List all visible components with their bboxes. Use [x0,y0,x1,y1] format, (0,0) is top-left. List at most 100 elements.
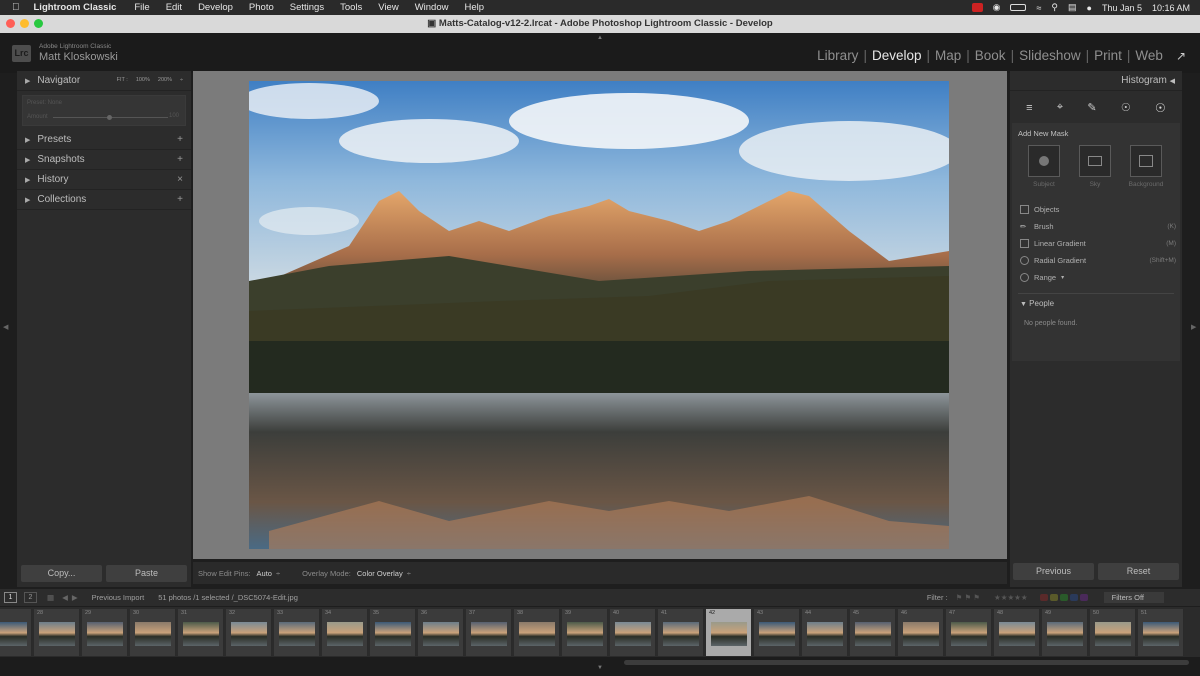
filmstrip-thumbnail[interactable]: 44 [802,609,848,656]
sliders-icon[interactable]: ≡ [1026,102,1032,114]
siri-icon[interactable]: ● [1087,3,1092,13]
window-2-button[interactable]: 2 [24,592,37,603]
control-center-icon[interactable]: ▤ [1068,2,1077,13]
histogram-header[interactable]: Histogram ◀ [1010,71,1182,91]
module-map[interactable]: Map [930,48,966,63]
battery-icon[interactable] [1010,4,1027,11]
menu-view[interactable]: View [378,2,398,13]
dropdown-icon[interactable]: ÷ [407,569,411,578]
collapse-right-icon[interactable]: ▶ [1191,323,1196,331]
menu-edit[interactable]: Edit [166,2,182,13]
module-library[interactable]: Library [812,48,863,63]
sky-mask-button[interactable] [1079,145,1111,177]
radial-gradient-tool[interactable]: Radial Gradient (Shift+M) [1020,256,1176,265]
dropdown-icon[interactable]: ÷ [276,569,280,578]
back-icon[interactable]: ◀ [62,593,68,602]
yellow-label-icon[interactable] [1049,594,1058,601]
filmstrip-thumbnail[interactable]: 40 [610,609,656,656]
overlay-mode-select[interactable]: Color Overlay [357,569,403,578]
edit-pins-select[interactable]: Auto [257,569,272,578]
collapse-left-icon[interactable]: ◀ [3,323,8,331]
collections-header[interactable]: ▶ Collections + [17,190,191,210]
filmstrip-thumbnail[interactable]: 28 [34,609,80,656]
add-preset-button[interactable]: + [177,134,183,145]
subject-mask-button[interactable] [1028,145,1060,177]
menu-develop[interactable]: Develop [198,2,233,13]
objects-tool[interactable]: Objects [1020,205,1176,214]
module-book[interactable]: Book [970,48,1011,63]
minimize-button[interactable] [20,19,29,28]
filmstrip-thumbnail[interactable]: 42 [706,609,752,656]
search-icon[interactable]: ⚲ [1051,2,1058,13]
copy-button[interactable]: Copy... [21,565,102,582]
amount-slider-knob[interactable] [107,115,112,120]
menu-file[interactable]: File [134,2,149,13]
filmstrip-thumbnail[interactable]: 47 [946,609,992,656]
people-header[interactable]: ▼ People [1020,299,1054,308]
navigator-header[interactable]: ▶ Navigator FIT : 100% 200% ÷ [17,71,191,91]
linear-gradient-tool[interactable]: Linear Gradient (M) [1020,239,1176,248]
paste-button[interactable]: Paste [106,565,187,582]
filmstrip-thumbnail[interactable]: 30 [130,609,176,656]
flag-filter-icon[interactable]: ⚑ ⚑ ⚑ [956,593,980,602]
module-print[interactable]: Print [1089,48,1127,63]
brush-tool[interactable]: ✏ Brush (K) [1020,222,1176,231]
healing-icon[interactable]: ✎ [1087,101,1096,114]
collapse-top-icon[interactable]: ▲ [597,35,603,41]
filmstrip-thumbnail[interactable]: 34 [322,609,368,656]
clear-history-button[interactable]: × [177,174,183,185]
filmstrip-thumbnail[interactable]: 29 [82,609,128,656]
source-name[interactable]: Previous Import [92,593,145,602]
zoom-menu[interactable]: ÷ [180,77,183,83]
filmstrip-thumbnail[interactable]: 38 [514,609,560,656]
module-slideshow[interactable]: Slideshow [1014,48,1086,63]
zoom-200[interactable]: 200% [158,77,172,83]
filmstrip-thumbnail[interactable]: 36 [418,609,464,656]
filmstrip-thumbnail[interactable]: 51 [1138,609,1184,656]
zoom-fit[interactable]: FIT : [117,77,128,83]
share-icon[interactable]: ↗ [1176,49,1186,63]
green-label-icon[interactable] [1059,594,1068,601]
add-snapshot-button[interactable]: + [177,154,183,165]
range-tool[interactable]: Range ▾ [1020,273,1176,282]
filmstrip-thumbnail[interactable]: 48 [994,609,1040,656]
filmstrip-thumbnail[interactable]: 39 [562,609,608,656]
menu-window[interactable]: Window [415,2,449,13]
menu-help[interactable]: Help [464,2,484,13]
blue-label-icon[interactable] [1069,594,1078,601]
image-canvas[interactable] [193,71,1007,559]
forward-icon[interactable]: ▶ [72,593,78,602]
window-1-button[interactable]: 1 [4,592,17,603]
filmstrip-thumbnail[interactable]: 50 [1090,609,1136,656]
masking-icon[interactable]: ☉ [1155,101,1166,115]
filmstrip-thumbnail[interactable]: 37 [466,609,512,656]
filmstrip-thumbnail[interactable]: 31 [178,609,224,656]
apple-icon[interactable]:  [12,2,20,13]
collapse-bottom-icon[interactable]: ▼ [597,665,603,671]
main-photo[interactable] [249,81,949,549]
crop-icon[interactable]: ⌖ [1057,101,1063,114]
filmstrip-thumbnail[interactable]: 41 [658,609,704,656]
menu-settings[interactable]: Settings [290,2,324,13]
menu-photo[interactable]: Photo [249,2,274,13]
background-mask-button[interactable] [1130,145,1162,177]
filmstrip-thumbnail[interactable]: 49 [1042,609,1088,656]
filmstrip-thumbnail[interactable]: 35 [370,609,416,656]
filter-select[interactable]: Filters Off [1103,592,1164,603]
module-web[interactable]: Web [1130,48,1168,63]
filmstrip-scrollbar[interactable]: ▼ [0,657,1200,676]
zoom-100[interactable]: 100% [136,77,150,83]
creative-cloud-icon[interactable]: ◉ [993,2,1001,13]
filmstrip-thumbnail[interactable]: 33 [274,609,320,656]
reset-button[interactable]: Reset [1098,563,1179,580]
filmstrip-thumbnail[interactable]: 43 [754,609,800,656]
grid-icon[interactable]: ▦ [47,593,54,602]
purple-label-icon[interactable] [1079,594,1088,601]
filmstrip-thumbnail[interactable]: 46 [898,609,944,656]
module-develop[interactable]: Develop [867,48,927,63]
filmstrip[interactable]: 28 29 30 31 32 33 34 35 36 37 38 39 40 41 42 43 44 45 46 47… [0,607,1200,657]
snapshots-header[interactable]: ▶ Snapshots + [17,150,191,170]
record-icon[interactable] [971,3,983,12]
photo-info[interactable]: 51 photos /1 selected /_DSC5074-Edit.jpg [158,593,298,602]
history-header[interactable]: ▶ History × [17,170,191,190]
